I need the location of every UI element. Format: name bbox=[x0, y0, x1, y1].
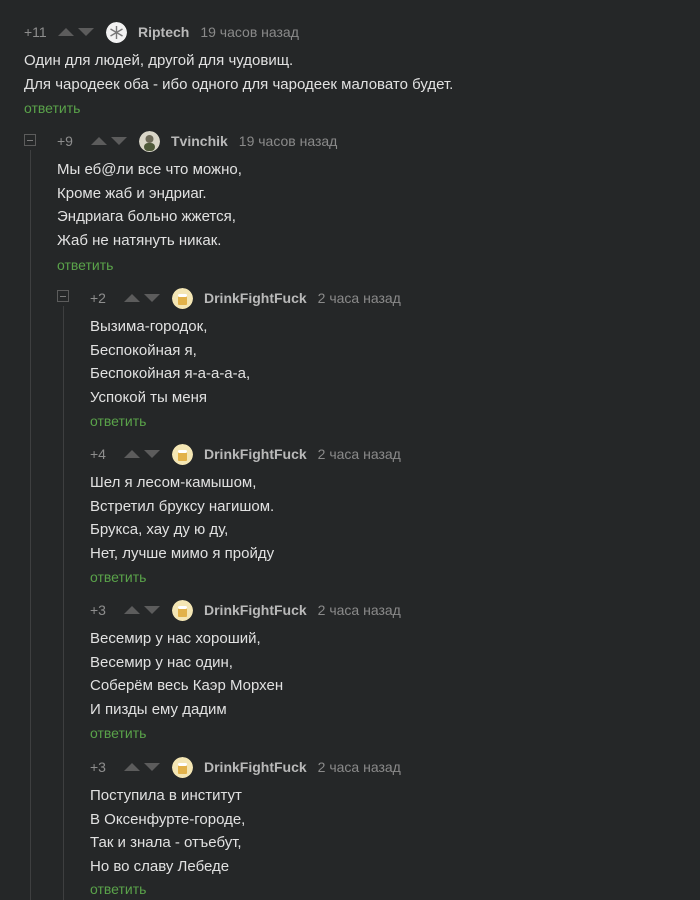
reply-link[interactable]: ответить bbox=[90, 569, 146, 585]
comment-text-line: Шел я лесом-камышом, bbox=[90, 474, 257, 491]
upvote-icon[interactable] bbox=[124, 763, 140, 771]
beer-avatar-icon[interactable] bbox=[172, 756, 193, 778]
reply-link[interactable]: ответить bbox=[57, 257, 113, 273]
upvote-icon[interactable] bbox=[91, 137, 107, 145]
comment-text-line: Для чародеек оба - ибо одного для чароде… bbox=[24, 75, 454, 93]
comment-time: 2 часа назад bbox=[317, 759, 401, 775]
comment-text-line: Жаб не натянуть никак. bbox=[57, 231, 222, 249]
comment-text-line: Но во славу Лебеде bbox=[90, 857, 230, 875]
collapse-thread-button[interactable] bbox=[57, 290, 69, 302]
downvote-icon[interactable] bbox=[144, 294, 160, 302]
comment-author[interactable]: DrinkFightFuck bbox=[204, 290, 307, 306]
downvote-icon[interactable] bbox=[78, 28, 94, 36]
character-avatar-icon[interactable] bbox=[139, 130, 160, 152]
beer-avatar-icon[interactable] bbox=[172, 443, 193, 465]
comment-text-line: Поступила в институт bbox=[90, 787, 242, 804]
comment-text-line: Кроме жаб и эндриаг. bbox=[57, 184, 207, 202]
comment-author[interactable]: DrinkFightFuck bbox=[204, 602, 307, 618]
comment-author[interactable]: Tvinchik bbox=[171, 133, 228, 149]
comment-text-line: Весемир у нас хороший, bbox=[90, 630, 261, 647]
comment-text-line: Весемир у нас один, bbox=[90, 653, 233, 671]
upvote-icon[interactable] bbox=[124, 294, 140, 302]
reply-link[interactable]: ответить bbox=[90, 725, 146, 741]
comment-rating: +3 bbox=[90, 602, 106, 618]
downvote-icon[interactable] bbox=[111, 137, 127, 145]
beer-avatar-icon[interactable] bbox=[172, 287, 193, 309]
thread-line bbox=[30, 150, 31, 900]
comment-rating: +3 bbox=[90, 759, 106, 775]
comment-text-line: Один для людей, другой для чудовищ. bbox=[24, 52, 294, 69]
comment-text-line: Беспокойная я, bbox=[90, 341, 197, 359]
beer-avatar-icon[interactable] bbox=[172, 599, 193, 621]
comment-text-line: Брукса, хау ду ю ду, bbox=[90, 521, 229, 538]
downvote-icon[interactable] bbox=[144, 606, 160, 614]
comment-text-line: Вызима-городок, bbox=[90, 318, 208, 335]
comment-rating: +11 bbox=[24, 24, 47, 40]
thread-line bbox=[63, 306, 64, 900]
comment-text-line: Нет, лучше мимо я пройду bbox=[90, 544, 275, 562]
comment-author[interactable]: Riptech bbox=[138, 24, 189, 40]
comment-rating: +4 bbox=[90, 446, 106, 462]
collapse-thread-button[interactable] bbox=[24, 134, 36, 146]
comment-author[interactable]: DrinkFightFuck bbox=[204, 759, 307, 775]
reply-link[interactable]: ответить bbox=[90, 413, 146, 429]
comment-text-line: Так и знала - отъебут, bbox=[90, 834, 242, 851]
comment-time: 2 часа назад bbox=[317, 290, 401, 306]
upvote-icon[interactable] bbox=[124, 450, 140, 458]
comment-text-line: Мы еб@ли все что можно, bbox=[57, 161, 242, 178]
comment-text-line: Успокой ты меня bbox=[90, 388, 207, 406]
comment-text-line: Встретил бруксу нагишом. bbox=[90, 497, 275, 515]
comment-text-line: В Оксенфурте-городе, bbox=[90, 810, 246, 828]
comment-rating: +2 bbox=[90, 290, 106, 306]
reply-link[interactable]: ответить bbox=[90, 881, 146, 897]
snowflake-avatar-icon[interactable] bbox=[106, 21, 127, 43]
comment-author[interactable]: DrinkFightFuck bbox=[204, 446, 307, 462]
comment-time: 19 часов назад bbox=[238, 133, 338, 149]
comment-time: 2 часа назад bbox=[317, 602, 401, 618]
downvote-icon[interactable] bbox=[144, 763, 160, 771]
comment-time: 2 часа назад bbox=[317, 446, 401, 462]
comment-text-line: Соберём весь Каэр Морхен bbox=[90, 677, 284, 694]
upvote-icon[interactable] bbox=[124, 606, 140, 614]
comment-rating: +9 bbox=[57, 133, 73, 149]
comment-text-line: Беспокойная я-а-а-а-а, bbox=[90, 365, 251, 382]
upvote-icon[interactable] bbox=[58, 28, 74, 36]
reply-link[interactable]: ответить bbox=[24, 100, 80, 116]
downvote-icon[interactable] bbox=[144, 450, 160, 458]
comment-text-line: И пизды ему дадим bbox=[90, 700, 227, 718]
comment-text-line: Эндриага больно жжется, bbox=[57, 208, 236, 225]
comment-time: 19 часов назад bbox=[200, 24, 299, 40]
